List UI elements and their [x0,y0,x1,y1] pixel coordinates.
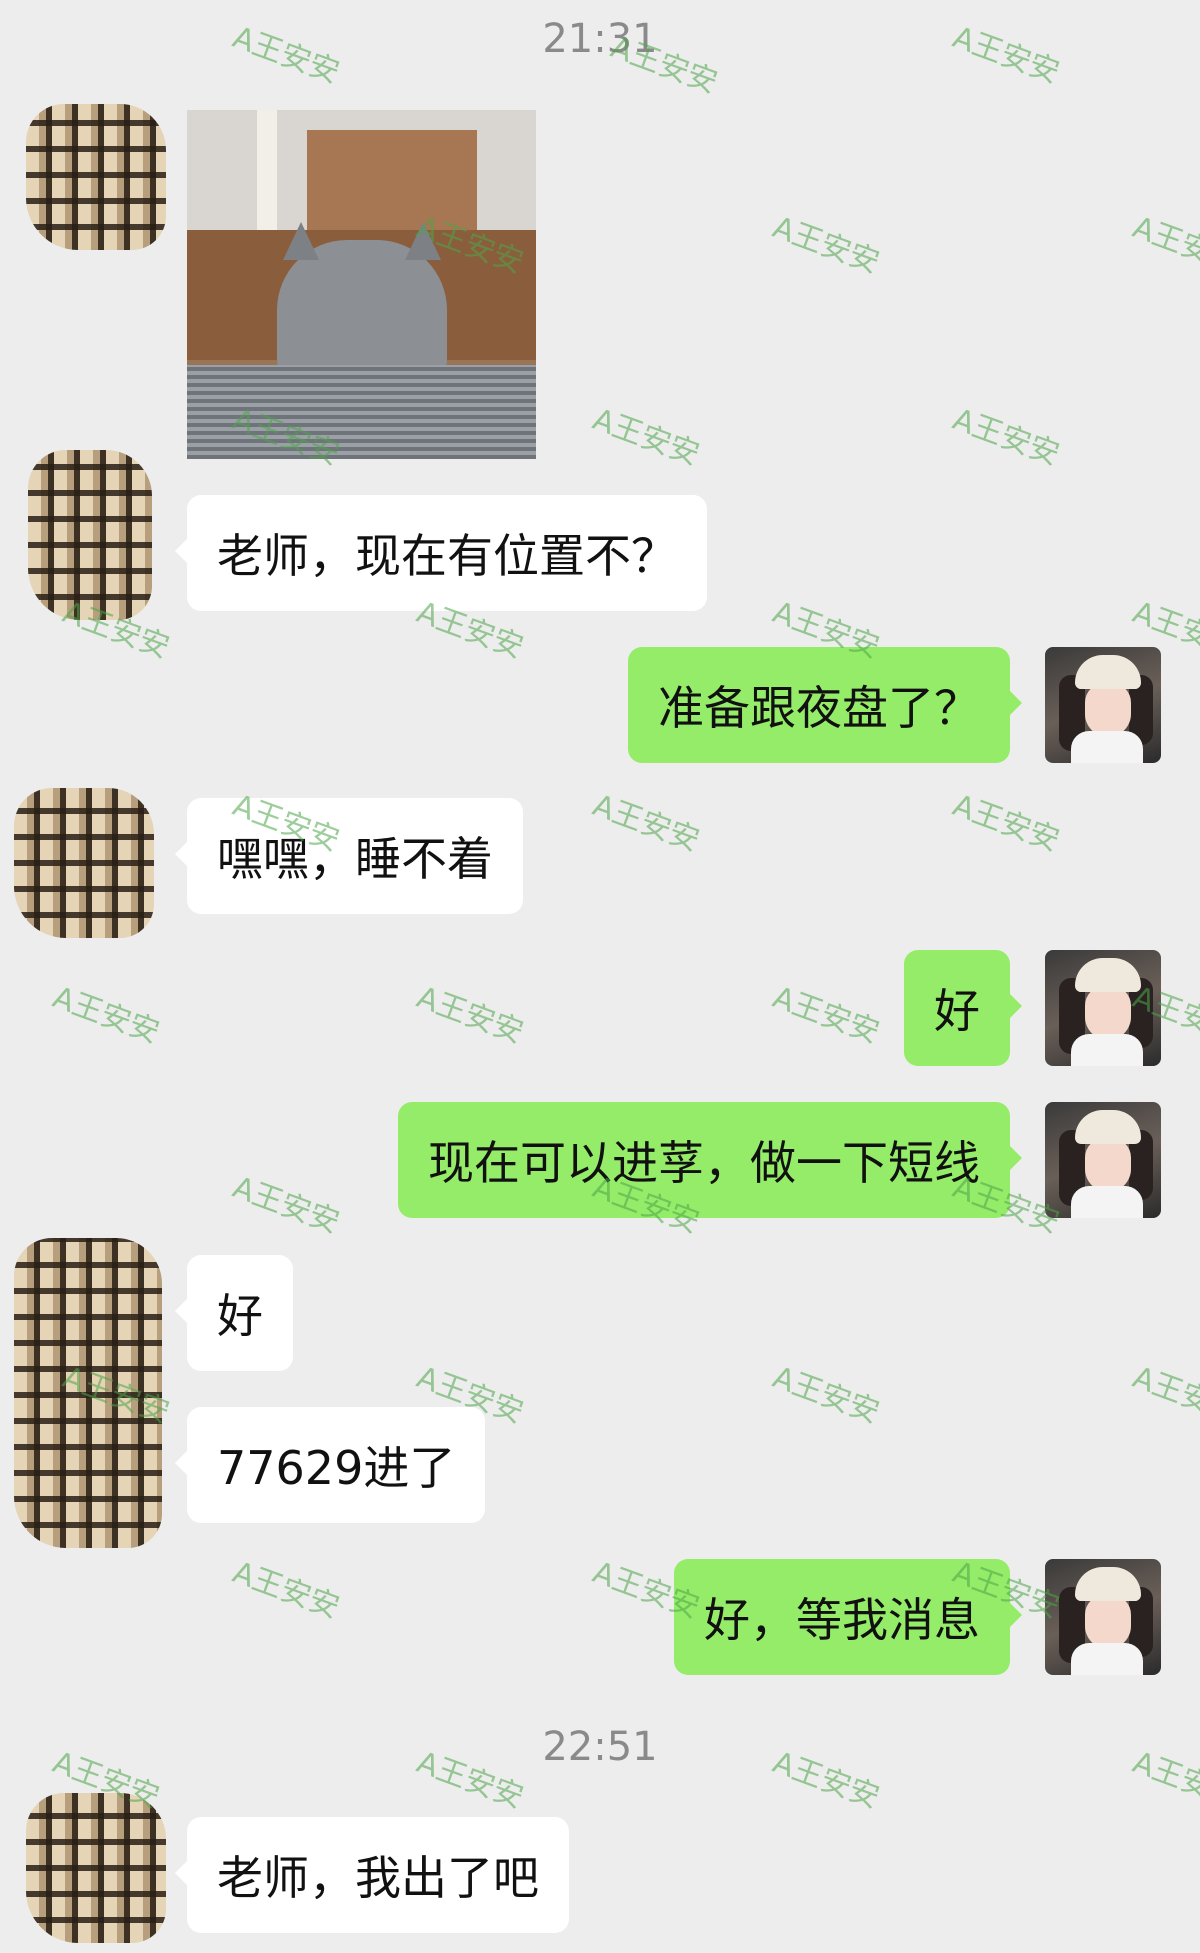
contact-avatar[interactable] [26,104,166,250]
outgoing-message[interactable]: 准备跟夜盘了？ [628,647,1022,763]
contact-avatar[interactable] [26,1793,166,1943]
incoming-message[interactable]: 好 [175,1255,293,1371]
contact-avatar[interactable] [14,1238,162,1548]
contact-avatar[interactable] [14,788,154,938]
incoming-message[interactable]: 嘿嘿，睡不着 [175,798,523,914]
watermark-text: A王安安 [768,979,884,1051]
watermark-text: A王安安 [768,1359,884,1431]
watermark-text: A王安安 [48,979,164,1051]
outgoing-message[interactable]: 好，等我消息 [674,1559,1022,1675]
contact-avatar[interactable] [28,450,152,620]
timestamp: 22:51 [542,1724,658,1770]
watermark-text: A王安安 [228,1554,344,1626]
user-avatar[interactable] [1045,647,1161,763]
user-avatar[interactable] [1045,950,1161,1066]
watermark-text: A王安安 [228,1169,344,1241]
user-avatar[interactable] [1045,1559,1161,1675]
watermark-text: A王安安 [768,209,884,281]
watermark-text: A王安安 [1128,209,1200,281]
user-avatar[interactable] [1045,1102,1161,1218]
incoming-message[interactable]: 老师，我出了吧 [175,1817,569,1933]
shared-photo-cat[interactable] [187,110,536,459]
watermark-text: A王安安 [588,401,704,473]
watermark-text: A王安安 [1128,1359,1200,1431]
timestamp: 21:31 [542,16,658,62]
watermark-text: A王安安 [412,979,528,1051]
watermark-text: A王安安 [948,787,1064,859]
incoming-message[interactable]: 77629进了 [174,1407,486,1523]
incoming-message[interactable]: 老师，现在有位置不？ [175,495,707,611]
watermark-text: A王安安 [948,401,1064,473]
outgoing-message[interactable]: 现在可以进莩，做一下短线 [398,1102,1022,1218]
watermark-text: A王安安 [588,787,704,859]
outgoing-message[interactable]: 好 [904,950,1022,1066]
